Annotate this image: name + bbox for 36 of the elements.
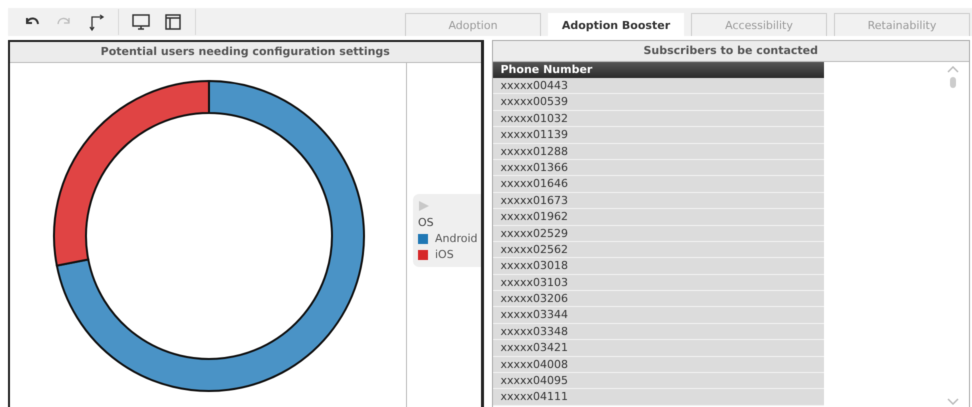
tab[interactable]: Adoption Booster (548, 13, 684, 36)
table-cell: xxxxx01366 (492, 160, 824, 176)
scrollbar-thumb[interactable] (950, 77, 956, 88)
panel-title: Subscribers to be contacted (492, 41, 969, 62)
table-cell: xxxxx02529 (492, 226, 824, 242)
legend-label: Android (435, 232, 478, 245)
table-cell: xxxxx00443 (492, 78, 824, 94)
table-cell: xxxxx01288 (492, 144, 824, 160)
table-cell: xxxxx03103 (492, 274, 824, 292)
tab[interactable]: Accessibility (691, 13, 827, 36)
tab[interactable]: Adoption (405, 13, 541, 36)
scroll-down-icon[interactable] (947, 398, 959, 405)
table-cell: xxxxx01032 (492, 110, 824, 128)
table-cell: xxxxx00539 (492, 94, 824, 111)
table-cell: xxxxx03018 (492, 258, 824, 275)
legend-label: iOS (435, 248, 454, 261)
table-cell: xxxxx04008 (492, 356, 824, 374)
table-cell: xxxxx01673 (492, 192, 824, 210)
table-cell: xxxxx01962 (492, 209, 824, 226)
table-cell: xxxxx02562 (492, 242, 824, 258)
layout-icon[interactable] (163, 12, 183, 32)
legend-title: OS (418, 216, 434, 229)
panel-title: Potential users needing configuration settings (10, 42, 480, 63)
tab[interactable]: Retainability (834, 13, 970, 36)
play-icon[interactable] (418, 200, 430, 212)
table-cell: xxxxx01139 (492, 127, 824, 144)
table-cell: xxxxx03344 (492, 307, 824, 324)
column-header[interactable]: Phone Number (492, 62, 824, 78)
table-cell: xxxxx03206 (492, 291, 824, 308)
table-cell: xxxxx03421 (492, 340, 824, 357)
table-cell: xxxxx04111 (492, 389, 824, 406)
monitor-icon[interactable] (131, 12, 151, 32)
table-cell: xxxxx01646 (492, 176, 824, 193)
table-cell: xxxxx03348 (492, 324, 824, 340)
scroll-up-icon[interactable] (947, 66, 959, 73)
table-cell: xxxxx04095 (492, 373, 824, 390)
